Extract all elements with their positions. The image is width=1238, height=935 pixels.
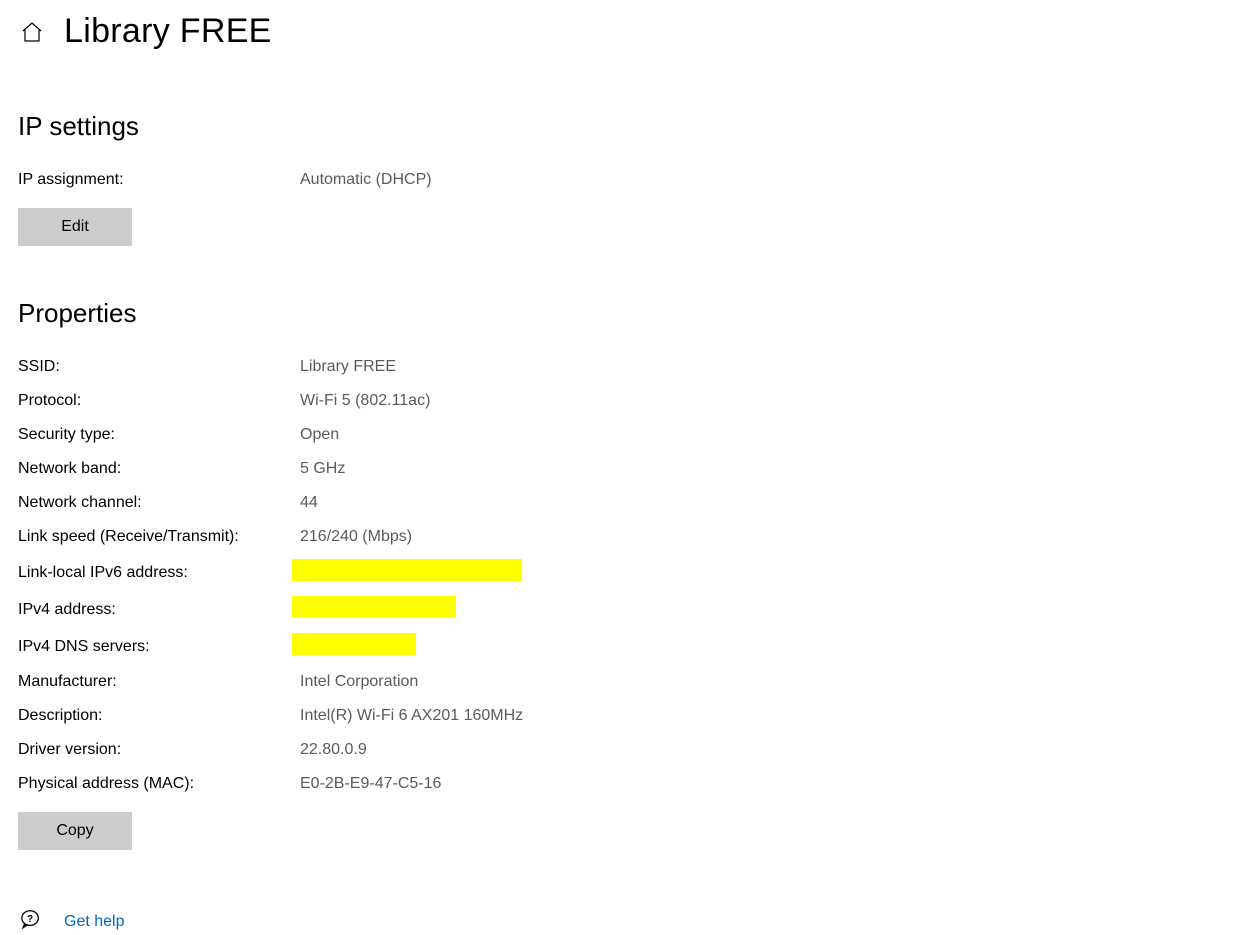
property-row: SSID: Library FREE xyxy=(18,355,1220,379)
edit-button[interactable]: Edit xyxy=(18,208,132,246)
redacted-value xyxy=(292,633,416,655)
property-label: Security type: xyxy=(18,426,282,444)
property-label: IPv4 address: xyxy=(18,601,282,619)
ip-assignment-label: IP assignment: xyxy=(18,171,282,189)
property-label: Description: xyxy=(18,707,282,725)
property-label: Driver version: xyxy=(18,741,282,759)
properties-heading: Properties xyxy=(18,298,1220,329)
property-row: IPv4 DNS servers: xyxy=(18,633,1220,660)
property-row: Network band: 5 GHz xyxy=(18,457,1220,481)
help-icon: ? xyxy=(20,908,42,935)
property-label: IPv4 DNS servers: xyxy=(18,638,282,656)
ip-settings-heading: IP settings xyxy=(18,111,1220,142)
copy-button[interactable]: Copy xyxy=(18,812,132,850)
property-row: Protocol: Wi-Fi 5 (802.11ac) xyxy=(18,389,1220,413)
property-row: Network channel: 44 xyxy=(18,491,1220,515)
get-help-link[interactable]: Get help xyxy=(64,913,124,931)
redacted-value xyxy=(292,596,456,618)
property-row: Physical address (MAC): E0-2B-E9-47-C5-16 xyxy=(18,772,1220,796)
property-label: Manufacturer: xyxy=(18,673,282,691)
redacted-value xyxy=(292,559,522,581)
property-value: 44 xyxy=(300,494,318,512)
property-label: Network channel: xyxy=(18,494,282,512)
property-value: Library FREE xyxy=(300,358,396,376)
property-value: 5 GHz xyxy=(300,460,345,478)
property-label: Protocol: xyxy=(18,392,282,410)
property-value: E0-2B-E9-47-C5-16 xyxy=(300,775,441,793)
property-row: IPv4 address: xyxy=(18,596,1220,623)
property-value: Intel Corporation xyxy=(300,673,418,691)
property-label: SSID: xyxy=(18,358,282,376)
property-value: Intel(R) Wi-Fi 6 AX201 160MHz xyxy=(300,707,523,725)
property-row: Link speed (Receive/Transmit): 216/240 (M… xyxy=(18,525,1220,549)
property-value: 216/240 (Mbps) xyxy=(300,528,412,546)
page-title: Library FREE xyxy=(64,12,272,51)
property-label: Physical address (MAC): xyxy=(18,775,282,793)
property-label: Network band: xyxy=(18,460,282,478)
home-icon[interactable] xyxy=(20,14,44,49)
property-label: Link-local IPv6 address: xyxy=(18,564,282,582)
property-row: Link-local IPv6 address: xyxy=(18,559,1220,586)
property-value: 22.80.0.9 xyxy=(300,741,367,759)
property-row: Security type: Open xyxy=(18,423,1220,447)
property-value: Wi-Fi 5 (802.11ac) xyxy=(300,392,430,410)
property-row: Driver version: 22.80.0.9 xyxy=(18,738,1220,762)
property-label: Link speed (Receive/Transmit): xyxy=(18,528,282,546)
svg-text:?: ? xyxy=(27,914,33,925)
ip-assignment-value: Automatic (DHCP) xyxy=(300,171,432,189)
property-row: Manufacturer: Intel Corporation xyxy=(18,670,1220,694)
property-row: Description: Intel(R) Wi-Fi 6 AX201 160MH… xyxy=(18,704,1220,728)
property-value: Open xyxy=(300,426,339,444)
